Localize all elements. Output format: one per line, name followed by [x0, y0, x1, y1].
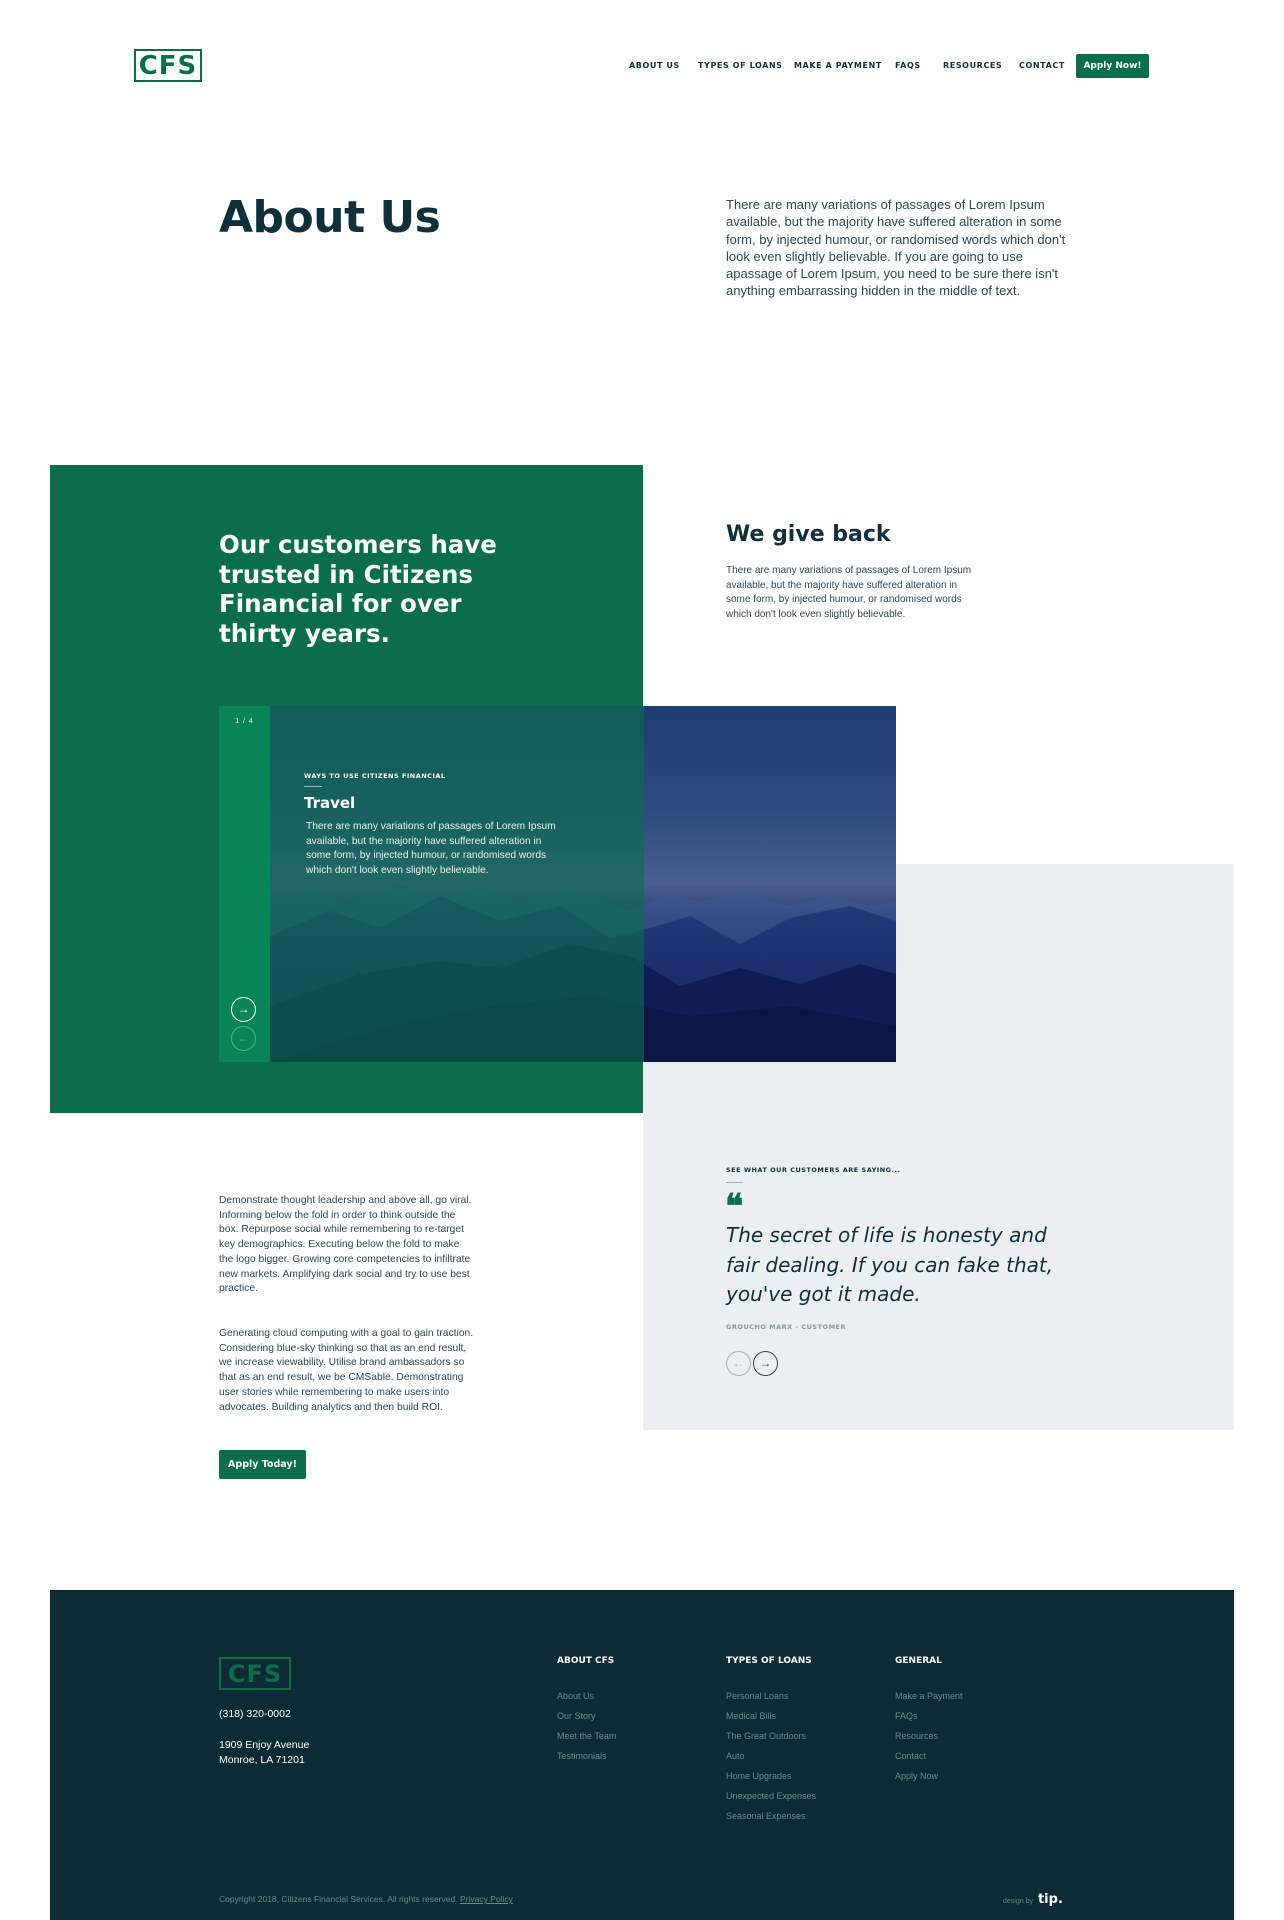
footer-link-great-outdoors[interactable]: The Great Outdoors: [726, 1731, 806, 1741]
quote-icon: ❝: [725, 1187, 744, 1227]
footer-link-unexpected-expenses[interactable]: Unexpected Expenses: [726, 1791, 816, 1801]
footer-link-resources[interactable]: Resources: [895, 1731, 938, 1741]
footer-logo[interactable]: CFS: [219, 1657, 291, 1690]
arrow-left-icon: ←: [732, 1356, 745, 1370]
footer-link-apply-now[interactable]: Apply Now: [895, 1771, 938, 1781]
design-credit: design by tip.: [1003, 1892, 1063, 1907]
arrow-left-icon: ←: [237, 1031, 250, 1045]
footer-link-faqs[interactable]: FAQs: [895, 1711, 918, 1721]
footer-link-meet-the-team[interactable]: Meet the Team: [557, 1731, 616, 1741]
give-back-title: We give back: [726, 522, 891, 547]
nav-contact[interactable]: CONTACT: [1019, 54, 1065, 78]
slide-kicker: WAYS TO USE CITIZENS FINANCIAL: [304, 772, 446, 780]
feature-slider[interactable]: 1 / 4 WAYS TO USE CITIZENS FINANCIAL Tra…: [219, 706, 896, 1062]
nav-types-of-loans[interactable]: TYPES OF LOANS: [698, 54, 783, 78]
address-line-2: Monroe, LA 71201: [219, 1754, 305, 1766]
slide-divider: [304, 786, 322, 787]
footer-link-make-a-payment[interactable]: Make a Payment: [895, 1691, 963, 1701]
privacy-policy-link[interactable]: Privacy Policy: [460, 1894, 513, 1904]
slide-title: Travel: [304, 794, 356, 812]
footer-link-seasonal-expenses[interactable]: Seasonal Expenses: [726, 1811, 806, 1821]
testimonial-kicker: SEE WHAT OUR CUSTOMERS ARE SAYING...: [726, 1166, 901, 1174]
footer-link-about-us[interactable]: About Us: [557, 1691, 594, 1701]
green-overlay: [270, 706, 644, 1062]
nav-about-us[interactable]: ABOUT US: [629, 54, 680, 78]
footer-col-about-title: ABOUT CFS: [557, 1656, 615, 1666]
nav-make-a-payment[interactable]: MAKE A PAYMENT: [794, 54, 882, 78]
testimonial-quote: The secret of life is honesty and fair d…: [726, 1223, 1054, 1307]
body-paragraph-2: Generating cloud computing with a goal t…: [219, 1328, 474, 1413]
slider-next-button[interactable]: →: [231, 997, 256, 1022]
testimonial-prev-button[interactable]: ←: [726, 1351, 751, 1376]
design-by-label: design by: [1003, 1898, 1033, 1905]
testimonial-divider: [726, 1182, 743, 1183]
apply-now-button[interactable]: Apply Now!: [1076, 54, 1149, 78]
slide-text: There are many variations of passages of…: [306, 821, 556, 877]
testimonial-next-button[interactable]: →: [753, 1351, 778, 1376]
footer-link-medical-bills[interactable]: Medical Bills: [726, 1711, 776, 1721]
address-line-1: 1909 Enjoy Avenue: [219, 1739, 310, 1751]
nav-resources[interactable]: RESOURCES: [943, 54, 1002, 78]
footer-link-personal-loans[interactable]: Personal Loans: [726, 1691, 789, 1701]
testimonial-author: GROUCHO MARX - CUSTOMER: [726, 1323, 846, 1331]
nav-faqs[interactable]: FAQS: [895, 54, 921, 78]
trust-heading: Our customers have trusted in Citizens F…: [219, 530, 497, 648]
copyright-text: Copyright 2018, Citizens Financial Servi…: [219, 1894, 458, 1904]
arrow-right-icon: →: [759, 1356, 772, 1370]
footer-link-home-upgrades[interactable]: Home Upgrades: [726, 1771, 792, 1781]
footer-col-loans-title: TYPES OF LOANS: [726, 1656, 812, 1666]
designer-logo[interactable]: tip.: [1038, 1892, 1063, 1907]
footer-col-general-title: GENERAL: [895, 1656, 942, 1666]
arrow-right-icon: →: [237, 1002, 250, 1016]
page-title: About Us: [219, 192, 441, 243]
hero-intro-text: There are many variations of passages of…: [726, 197, 1066, 299]
footer-link-auto[interactable]: Auto: [726, 1751, 745, 1761]
apply-today-button[interactable]: Apply Today!: [219, 1450, 306, 1479]
slide-counter: 1 / 4: [235, 718, 254, 725]
footer-link-contact[interactable]: Contact: [895, 1751, 926, 1761]
footer-phone[interactable]: (318) 320-0002: [219, 1708, 291, 1720]
footer-link-our-story[interactable]: Our Story: [557, 1711, 596, 1721]
body-paragraph-1: Demonstrate thought leadership and above…: [219, 1195, 472, 1295]
slider-prev-button[interactable]: ←: [231, 1026, 256, 1051]
footer-address: 1909 Enjoy Avenue Monroe, LA 71201: [219, 1738, 369, 1768]
footer-copyright: Copyright 2018, Citizens Financial Servi…: [219, 1894, 513, 1904]
footer-link-testimonials[interactable]: Testimonials: [557, 1751, 607, 1761]
give-back-text: There are many variations of passages of…: [726, 565, 972, 621]
